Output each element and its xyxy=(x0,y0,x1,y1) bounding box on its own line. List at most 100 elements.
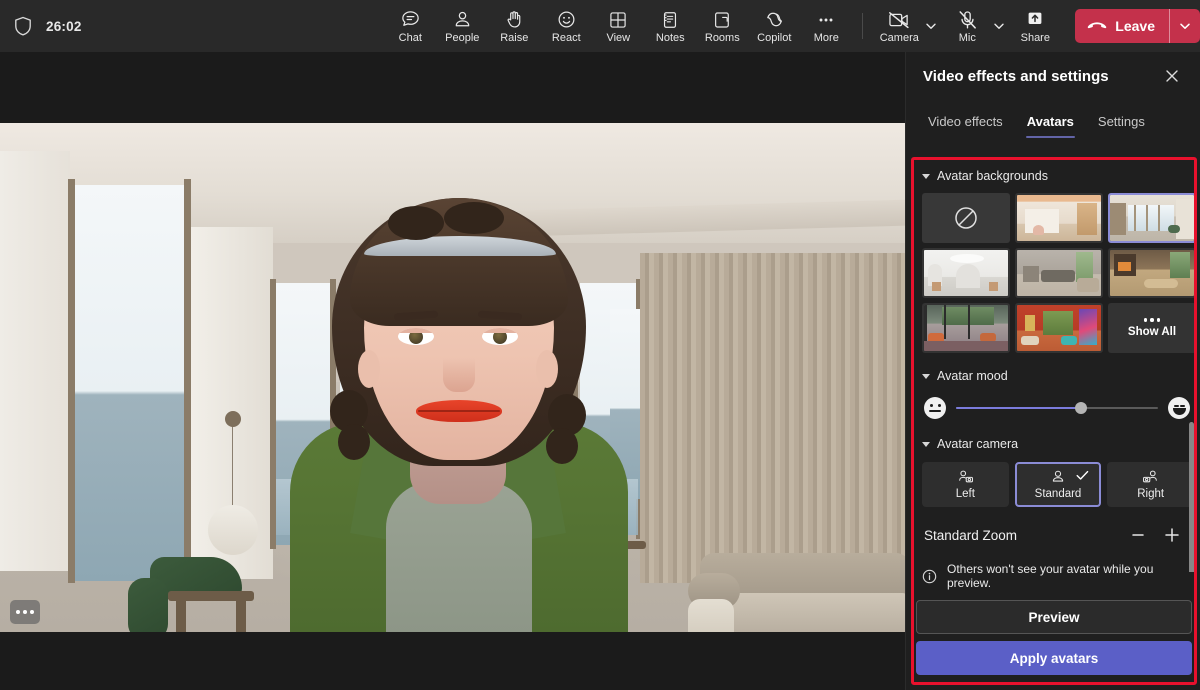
no-background-icon xyxy=(953,205,979,231)
toolbar-center-group: Chat People Raise xyxy=(384,0,1200,52)
tab-avatars[interactable]: Avatars xyxy=(1017,102,1084,140)
toolbar-button-people[interactable]: People xyxy=(436,2,488,50)
chevron-down-icon xyxy=(922,374,930,379)
call-end-icon xyxy=(1087,20,1107,33)
toolbar-button-view[interactable]: View xyxy=(592,2,644,50)
copilot-icon xyxy=(764,9,785,31)
mic-control-group: Mic xyxy=(941,2,1009,50)
tab-label: Settings xyxy=(1098,114,1145,129)
background-tile-wood-dining-room[interactable] xyxy=(1108,248,1194,298)
close-panel-button[interactable] xyxy=(1158,62,1186,90)
section-header-avatar-backgrounds[interactable]: Avatar backgrounds xyxy=(914,160,1194,191)
meeting-timer: 26:02 xyxy=(46,19,82,34)
panel-scrollbar[interactable] xyxy=(1189,422,1194,572)
neutral-face-icon xyxy=(924,397,946,419)
rooms-icon xyxy=(712,9,732,31)
toolbar-button-raise[interactable]: Raise xyxy=(488,2,540,50)
toolbar-button-notes[interactable]: Notes xyxy=(644,2,696,50)
section-header-avatar-camera[interactable]: Avatar camera xyxy=(914,431,1194,459)
show-all-backgrounds-button[interactable]: Show All xyxy=(1108,303,1194,353)
shield-icon xyxy=(14,16,32,36)
panel-scroll-area[interactable]: Avatar backgrounds xyxy=(914,160,1194,572)
toolbar-button-rooms[interactable]: Rooms xyxy=(696,2,748,50)
notes-icon xyxy=(660,9,680,31)
section-header-avatar-mood[interactable]: Avatar mood xyxy=(914,353,1194,391)
camera-control-group: Camera xyxy=(873,2,941,50)
apply-avatars-button[interactable]: Apply avatars xyxy=(916,641,1192,675)
raise-hand-icon xyxy=(504,9,525,31)
avatar-mood-slider[interactable] xyxy=(956,399,1158,417)
background-tile-red-colorful-room[interactable] xyxy=(1015,303,1103,353)
toolbar-button-chat[interactable]: Chat xyxy=(384,2,436,50)
check-icon xyxy=(1076,470,1089,481)
toolbar-label: Copilot xyxy=(757,32,791,44)
chevron-down-icon xyxy=(993,20,1005,32)
react-smiley-icon xyxy=(556,9,577,31)
avatar-video-preview[interactable] xyxy=(0,123,905,632)
leave-button-label: Leave xyxy=(1115,18,1155,34)
background-tile-white-gallery[interactable] xyxy=(922,248,1010,298)
preview-button[interactable]: Preview xyxy=(916,600,1192,634)
avatar-mood-control xyxy=(914,391,1194,431)
slider-fill xyxy=(956,407,1081,409)
chevron-down-icon xyxy=(922,174,930,179)
share-screen-icon xyxy=(1024,9,1046,31)
chevron-down-icon xyxy=(925,20,937,32)
zoom-in-button[interactable] xyxy=(1158,521,1186,549)
mic-dropdown-button[interactable] xyxy=(989,3,1009,49)
camera-option-label: Standard xyxy=(1035,488,1082,500)
toolbar-button-camera[interactable]: Camera xyxy=(873,2,925,50)
preview-note-text: Others won't see your avatar while you p… xyxy=(947,562,1190,590)
section-title: Avatar camera xyxy=(937,437,1018,451)
toolbar-label: Chat xyxy=(399,32,422,44)
toolbar-label: Rooms xyxy=(705,32,740,44)
zoom-out-button[interactable] xyxy=(1124,521,1152,549)
meeting-toolbar: 26:02 Chat People xyxy=(0,0,1200,52)
toolbar-label: People xyxy=(445,32,479,44)
leave-dropdown-button[interactable] xyxy=(1170,9,1200,43)
toolbar-label: View xyxy=(606,32,630,44)
camera-left-icon xyxy=(956,469,974,485)
toolbar-button-mic[interactable]: Mic xyxy=(941,2,993,50)
tab-label: Video effects xyxy=(928,114,1003,129)
panel-tabs: Video effects Avatars Settings xyxy=(906,100,1200,142)
toolbar-button-copilot[interactable]: Copilot xyxy=(748,2,800,50)
avatar-backgrounds-grid: Show All xyxy=(914,191,1194,353)
camera-option-label: Right xyxy=(1137,488,1164,500)
tab-settings[interactable]: Settings xyxy=(1088,102,1155,140)
camera-option-standard[interactable]: Standard xyxy=(1015,462,1102,507)
background-tile-glass-patio[interactable] xyxy=(922,303,1010,353)
camera-option-right[interactable]: Right xyxy=(1107,462,1194,507)
section-title: Avatar mood xyxy=(937,369,1008,383)
background-tile-bright-window-room[interactable] xyxy=(1108,193,1194,243)
toolbar-divider xyxy=(862,13,863,39)
chevron-down-icon xyxy=(922,442,930,447)
slider-thumb[interactable] xyxy=(1075,402,1087,414)
show-all-label: Show All xyxy=(1128,326,1176,338)
toolbar-label: Camera xyxy=(880,32,919,44)
toolbar-label: React xyxy=(552,32,581,44)
background-tile-grey-living-room[interactable] xyxy=(1015,248,1103,298)
toolbar-button-more[interactable]: More xyxy=(800,2,852,50)
chevron-down-icon xyxy=(1179,20,1191,32)
toolbar-button-react[interactable]: React xyxy=(540,2,592,50)
view-grid-icon xyxy=(608,9,628,31)
leave-button[interactable]: Leave xyxy=(1075,9,1169,43)
background-tile-wood-loft[interactable] xyxy=(1015,193,1103,243)
background-tile-none[interactable] xyxy=(922,193,1010,243)
toolbar-button-share[interactable]: Share xyxy=(1009,2,1061,50)
mic-off-icon xyxy=(957,9,978,31)
camera-off-icon xyxy=(887,9,911,31)
ellipsis-dot xyxy=(30,610,34,614)
panel-header: Video effects and settings xyxy=(906,52,1200,100)
camera-dropdown-button[interactable] xyxy=(921,3,941,49)
toolbar-left-group: 26:02 xyxy=(0,16,384,36)
more-ellipsis-icon xyxy=(816,9,836,31)
tab-video-effects[interactable]: Video effects xyxy=(918,102,1013,140)
avatar-camera-options: Left Standard xyxy=(914,459,1194,507)
camera-option-left[interactable]: Left xyxy=(922,462,1009,507)
section-title: Avatar backgrounds xyxy=(937,169,1048,183)
video-more-options-button[interactable] xyxy=(10,600,40,624)
ellipsis-dot xyxy=(23,610,27,614)
toolbar-label: Notes xyxy=(656,32,685,44)
